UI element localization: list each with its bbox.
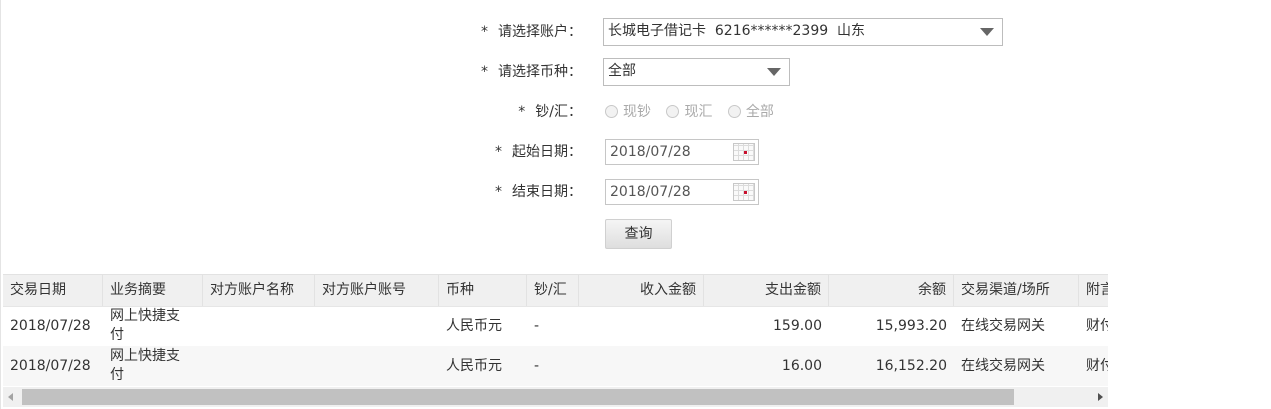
column-header-income[interactable]: 收入金额 bbox=[579, 275, 704, 306]
table-row[interactable]: 2018/07/28 网上快捷支付 人民币元 - 159.00 15,993.2… bbox=[3, 306, 1108, 346]
cell-income bbox=[579, 306, 704, 346]
cell-date: 2018/07/28 bbox=[10, 318, 91, 334]
calendar-icon[interactable] bbox=[733, 183, 755, 201]
required-mark: * bbox=[481, 24, 488, 40]
required-mark: * bbox=[495, 144, 502, 160]
cell-channel: 在线交易网关 bbox=[961, 318, 1045, 334]
currency-select[interactable]: 全部 bbox=[603, 58, 790, 86]
horizontal-scrollbar[interactable] bbox=[3, 387, 1108, 407]
cell-summary: 网上快捷支付 bbox=[110, 308, 180, 343]
account-select[interactable]: 长城电子借记卡 6216******2399 山东 bbox=[603, 18, 1003, 46]
cell-remark: 财付 bbox=[1086, 358, 1108, 374]
cell-balance: 16,152.20 bbox=[875, 358, 947, 374]
required-mark: * bbox=[495, 184, 502, 200]
table-header: 交易日期 业务摘要 对方账户名称 对方账户账号 币种 钞/汇 收入金额 支出金额… bbox=[3, 275, 1108, 307]
cash-type-label: * 钞/汇： bbox=[518, 104, 582, 120]
scrollbar-thumb[interactable] bbox=[22, 389, 1014, 405]
required-mark: * bbox=[481, 64, 488, 80]
start-date-input[interactable]: 2018/07/28 bbox=[605, 139, 759, 165]
radio-circle-icon[interactable] bbox=[666, 105, 680, 118]
currency-select-value: 全部 bbox=[608, 63, 636, 79]
cell-currency: 人民币元 bbox=[446, 358, 502, 374]
radio-cash[interactable]: 现钞 bbox=[605, 98, 651, 126]
radio-all[interactable]: 全部 bbox=[727, 98, 774, 126]
scroll-left-arrow-icon[interactable] bbox=[3, 387, 20, 407]
radio-circle-icon[interactable] bbox=[727, 105, 741, 118]
column-header-counterparty-name[interactable]: 对方账户名称 bbox=[203, 275, 315, 306]
start-date-label: * 起始日期： bbox=[495, 144, 582, 160]
currency-label: * 请选择币种： bbox=[481, 64, 582, 80]
cell-cash-remit: - bbox=[534, 318, 540, 334]
account-select-value: 长城电子借记卡 6216******2399 山东 bbox=[608, 23, 866, 39]
cell-balance: 15,993.20 bbox=[875, 318, 947, 334]
cell-expense: 159.00 bbox=[773, 318, 822, 334]
cell-expense: 16.00 bbox=[781, 358, 822, 374]
cell-income bbox=[579, 346, 704, 386]
end-date-input[interactable]: 2018/07/28 bbox=[605, 179, 759, 205]
end-date-value: 2018/07/28 bbox=[610, 184, 691, 200]
column-header-channel[interactable]: 交易渠道/场所 bbox=[954, 275, 1079, 306]
cell-counterparty-name bbox=[203, 306, 315, 346]
radio-remit[interactable]: 现汇 bbox=[666, 98, 712, 126]
query-button[interactable]: 查询 bbox=[605, 219, 672, 249]
cash-type-radio-group: 现钞 现汇 全部 bbox=[605, 98, 785, 126]
cell-currency: 人民币元 bbox=[446, 318, 502, 334]
column-header-balance[interactable]: 余额 bbox=[829, 275, 954, 306]
column-header-counterparty-account[interactable]: 对方账户账号 bbox=[315, 275, 439, 306]
column-header-cash-remit[interactable]: 钞/汇 bbox=[527, 275, 579, 306]
scroll-right-arrow-icon[interactable] bbox=[1091, 387, 1108, 407]
cell-cash-remit: - bbox=[534, 358, 540, 374]
column-header-expense[interactable]: 支出金额 bbox=[704, 275, 829, 306]
start-date-value: 2018/07/28 bbox=[610, 144, 691, 160]
column-header-summary[interactable]: 业务摘要 bbox=[103, 275, 203, 306]
cell-channel: 在线交易网关 bbox=[961, 358, 1045, 374]
dropdown-arrow-icon[interactable] bbox=[980, 28, 994, 36]
cell-counterparty-name bbox=[203, 346, 315, 386]
column-header-currency[interactable]: 币种 bbox=[439, 275, 527, 306]
column-header-remark[interactable]: 附言 bbox=[1079, 275, 1108, 306]
cell-counterparty-account bbox=[315, 346, 439, 386]
calendar-icon[interactable] bbox=[733, 143, 755, 161]
required-mark: * bbox=[518, 104, 526, 120]
cell-remark: 财付 bbox=[1086, 318, 1108, 334]
dropdown-arrow-icon[interactable] bbox=[767, 68, 781, 76]
cell-date: 2018/07/28 bbox=[10, 358, 91, 374]
table-row[interactable]: 2018/07/28 网上快捷支付 人民币元 - 16.00 16,152.20… bbox=[3, 346, 1108, 386]
radio-circle-icon[interactable] bbox=[605, 105, 618, 118]
end-date-label: * 结束日期： bbox=[495, 184, 582, 200]
cell-summary: 网上快捷支付 bbox=[110, 348, 180, 383]
account-label: * 请选择账户： bbox=[481, 24, 582, 40]
cell-counterparty-account bbox=[315, 306, 439, 346]
column-header-date[interactable]: 交易日期 bbox=[3, 275, 103, 306]
